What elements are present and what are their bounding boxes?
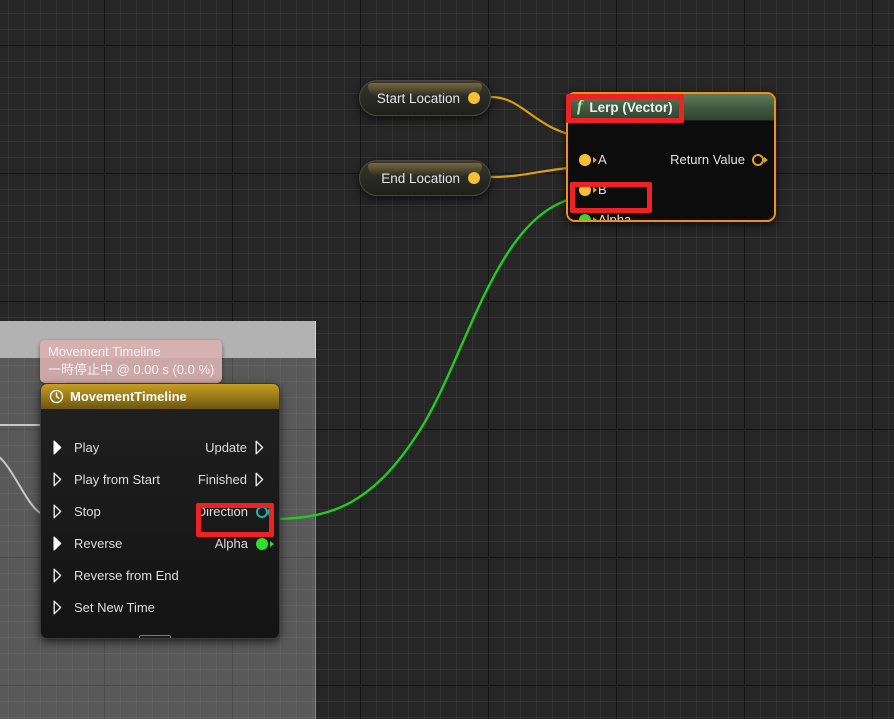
exec-pin-hollow-icon[interactable] — [53, 504, 66, 519]
timeline-input-play-from-start[interactable]: Play from Start — [53, 472, 160, 487]
end-location-label: End Location — [381, 170, 460, 186]
timeline-input-stop[interactable]: Stop — [53, 504, 101, 519]
lerp-return-value-label: Return Value — [670, 152, 745, 167]
lerp-b-label: B — [598, 182, 607, 197]
lerp-node-body: A B Alpha Return Value — [568, 121, 774, 220]
timeline-direction-pin[interactable] — [256, 505, 268, 518]
timeline-alpha-pin[interactable] — [256, 537, 268, 550]
exec-pin-hollow-icon[interactable] — [53, 600, 66, 615]
lerp-input-a[interactable]: A — [579, 152, 607, 167]
timeline-node-body: Play Play from Start Stop Reverse Revers… — [41, 409, 279, 638]
lerp-input-b[interactable]: B — [579, 182, 607, 197]
timeline-input-new-time[interactable]: New Time 0.0 — [53, 635, 171, 640]
timeline-output-update[interactable]: Update — [205, 440, 268, 455]
timeline-finished-label: Finished — [197, 472, 247, 487]
tooltip-title: Movement Timeline — [48, 344, 161, 359]
timeline-output-finished[interactable]: Finished — [198, 472, 268, 487]
lerp-node-header[interactable]: f Lerp (Vector) — [568, 94, 774, 121]
timeline-reverse-label: Reverse — [74, 536, 123, 551]
lerp-alpha-pin[interactable] — [579, 213, 591, 220]
exec-pin-hollow-icon[interactable] — [53, 472, 66, 487]
node-end-location[interactable]: End Location — [359, 160, 491, 196]
timeline-stop-label: Stop — [74, 504, 101, 519]
tooltip-status: 一時停止中 @ 0.00 s (0.0 %) — [48, 362, 215, 377]
timeline-set-new-time-label: Set New Time — [74, 600, 155, 615]
timeline-new-time-pin[interactable] — [53, 639, 65, 640]
timeline-input-reverse[interactable]: Reverse — [53, 536, 122, 551]
timeline-alpha-label: Alpha — [214, 536, 248, 551]
timeline-update-label: Update — [205, 440, 247, 455]
timeline-output-direction[interactable]: Direction — [197, 504, 268, 519]
node-start-location[interactable]: Start Location — [359, 80, 491, 116]
exec-pin-hollow-icon[interactable] — [53, 568, 66, 583]
node-lerp-vector[interactable]: f Lerp (Vector) A B Alpha Return Value — [566, 92, 776, 222]
timeline-output-alpha[interactable]: Alpha — [215, 536, 268, 551]
timeline-new-time-input[interactable]: 0.0 — [138, 635, 171, 638]
function-f-icon: f — [577, 98, 583, 115]
lerp-b-pin[interactable] — [579, 183, 591, 196]
blueprint-graph-canvas[interactable]: Start Location End Location f Lerp (Vect… — [0, 0, 894, 719]
exec-pin-hollow-icon[interactable] — [255, 440, 268, 455]
lerp-input-alpha[interactable]: Alpha — [579, 212, 632, 222]
lerp-output-return-value[interactable]: Return Value — [670, 152, 764, 167]
lerp-return-value-pin[interactable] — [752, 153, 764, 166]
lerp-node-title: Lerp (Vector) — [589, 99, 673, 115]
timeline-input-set-new-time[interactable]: Set New Time — [53, 600, 155, 615]
end-location-output-pin[interactable] — [468, 172, 480, 184]
start-location-output-pin[interactable] — [468, 92, 480, 104]
exec-pin-filled-icon[interactable] — [53, 536, 66, 551]
timeline-node-title: MovementTimeline — [70, 389, 187, 404]
node-movement-timeline[interactable]: MovementTimeline Play Play from Start St… — [40, 383, 280, 639]
timeline-input-play[interactable]: Play — [53, 440, 99, 455]
wire-timeline-alpha-to-lerp-alpha — [269, 195, 581, 521]
exec-pin-filled-icon[interactable] — [53, 440, 66, 455]
timeline-new-time-label: New Time — [73, 637, 131, 638]
timeline-node-header[interactable]: MovementTimeline — [41, 384, 279, 409]
exec-pin-hollow-icon[interactable] — [255, 472, 268, 487]
timeline-input-reverse-from-end[interactable]: Reverse from End — [53, 568, 179, 583]
timeline-tooltip: Movement Timeline 一時停止中 @ 0.00 s (0.0 %) — [40, 340, 223, 390]
timeline-direction-label: Direction — [196, 504, 248, 519]
lerp-alpha-label: Alpha — [598, 212, 632, 222]
clock-icon — [49, 389, 64, 404]
start-location-label: Start Location — [376, 90, 460, 106]
lerp-a-label: A — [598, 152, 607, 167]
timeline-reverse-from-end-label: Reverse from End — [74, 568, 179, 583]
timeline-play-label: Play — [74, 440, 100, 455]
lerp-a-pin[interactable] — [579, 153, 591, 166]
timeline-play-from-start-label: Play from Start — [74, 472, 160, 487]
